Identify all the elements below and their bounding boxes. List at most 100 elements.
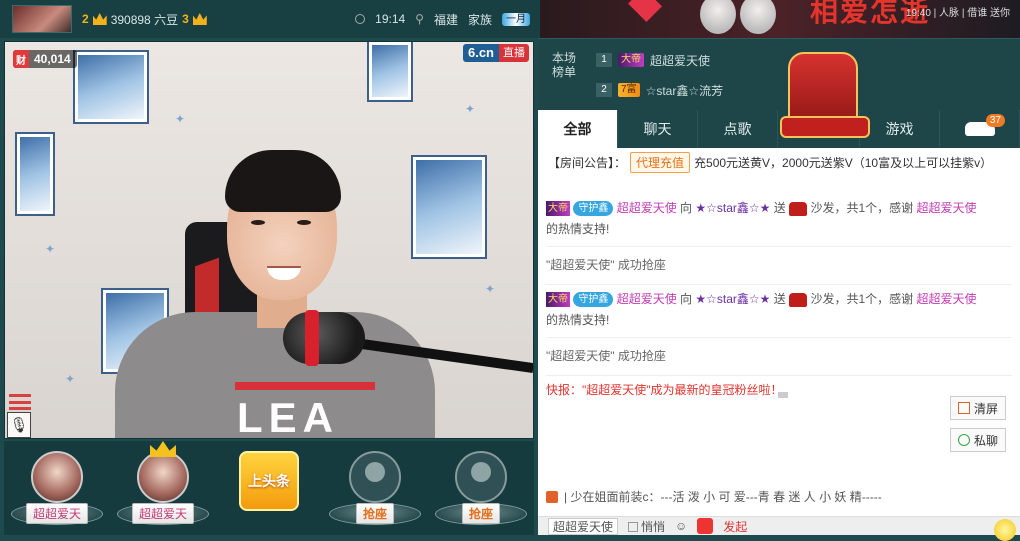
top-bar: 2 390898 六豆 3 19:14 ⚲ 福建 家族 一月 相爱怎逝 19:4… [0,0,1020,38]
wealth-level-badge: 7富 [618,83,640,97]
seat-name: 超超爱天 [25,503,88,524]
tab-car[interactable]: 37 [940,110,1020,148]
message-text: 的热情支持! [546,313,610,327]
ranking-label[interactable]: 本场榜单 [552,51,580,79]
notice-text: 充500元送黄V，2000元送紫V（10富及以上可以挂紫v） [694,156,993,170]
car-count-badge: 37 [985,114,1005,127]
empty-seat-avatar[interactable] [455,451,507,503]
chat-messages: 大帝 守护鑫 超超爱天使 向 ★☆star鑫☆★ 送 沙发，共1个，感谢 超超爱… [546,194,1012,407]
message-text: 向 [680,292,693,306]
seat-4[interactable]: 抢座 [327,451,423,531]
rank-user-name: 超超爱天使 [650,53,711,68]
tab-chat[interactable]: 聊天 [618,110,698,148]
flying-message-text: | 少在姐面前装c：---活 泼 小 可 爱---青 春 迷 人 小 妖 精--… [564,490,882,504]
host-avatar[interactable] [12,5,72,33]
teddy-bear-image [740,0,776,34]
site-watermark: 6.cn 直播 [462,44,529,62]
live-video[interactable]: ✦ ✦ ✦ ✦ ✦ LEA 财 40,014 6.cn 直播 🎙 [4,41,534,439]
host-level: 2 390898 六豆 3 [82,11,207,28]
red-packet-label[interactable]: 发起 [723,518,747,535]
level-left: 2 [82,12,89,26]
rank-row[interactable]: 2 7富 ☆star鑫☆流芳 [596,80,723,100]
wall-picture [413,157,485,257]
whisper-label: 悄悄 [641,519,666,534]
message-text: 沙发，共1个，感谢 [810,201,914,215]
wealth-tag: 财 [13,50,29,68]
emperor-badge: 大帝 [546,292,570,308]
butterfly-decoration: ✦ [485,282,496,296]
target-name[interactable]: ★☆star鑫☆★ [695,292,770,306]
wealth-value: 40,014 [34,52,71,66]
empty-seat-avatar[interactable] [349,451,401,503]
system-message: "超超爱天使" 成功抢座 [546,247,1012,285]
scroll-handle[interactable] [778,392,788,398]
thanks-name[interactable]: 超超爱天使 [917,292,977,306]
headline-seat[interactable]: 上头条 [221,451,317,531]
message-text: 的热情支持! [546,222,610,236]
recipient-select[interactable]: 超超爱天使 [548,517,619,535]
grab-seat-button[interactable]: 抢座 [355,503,394,524]
lightbulb-icon[interactable] [994,519,1016,541]
sender-name[interactable]: 超超爱天使 [617,201,677,215]
emperor-badge: 大帝 [546,201,570,217]
host-info-bar: 2 390898 六豆 3 19:14 ⚲ 福建 家族 一月 [0,0,540,38]
family-badge[interactable]: 一月 [502,12,530,26]
live-label: 直播 [499,44,529,62]
butterfly-decoration: ✦ [465,102,476,116]
butterfly-decoration: ✦ [65,372,76,386]
rank-number: 1 [596,53,612,67]
menu-icon[interactable] [9,394,31,410]
notice-prefix: 【房间公告】： [548,156,627,170]
guard-badge: 守护鑫 [573,201,614,217]
clear-screen-button[interactable]: 清屏 [949,396,1006,420]
seat-1[interactable]: 超超爱天 [9,451,105,531]
target-name[interactable]: ★☆star鑫☆★ [695,201,770,215]
sofa-gift-animation [780,52,870,138]
heart-decoration [628,0,662,22]
seat-avatar[interactable] [137,451,189,503]
seat-name: 超超爱天 [131,503,194,524]
clear-label: 清屏 [973,401,998,416]
microphone [283,312,365,364]
wall-picture [369,42,411,100]
message-text: 送 [773,292,786,306]
coin-count: 390898 六豆 [110,12,179,27]
red-packet-icon[interactable] [697,518,714,534]
agent-recharge-link[interactable]: 代理充值 [630,152,691,173]
eye [251,220,265,225]
chat-tools: 清屏 私聊 [949,396,1006,452]
whisper-toggle[interactable]: 悄悄 [628,518,665,535]
level-right: 3 [182,12,189,26]
location: 福建 [433,12,458,27]
tab-all[interactable]: 全部 [538,110,618,148]
promo-banner[interactable]: 相爱怎逝 19:40 | 人脉 | 借谁 送你 [540,0,1020,38]
gift-message: 大帝 守护鑫 超超爱天使 向 ★☆star鑫☆★ 送 沙发，共1个，感谢 超超爱… [546,285,1012,338]
clock-icon [355,14,366,24]
wall-picture [75,52,147,122]
whisper-checkbox[interactable] [628,522,639,533]
sender-name[interactable]: 超超爱天使 [617,292,677,306]
grab-seat-button[interactable]: 抢座 [461,503,500,524]
tab-games[interactable]: 游戏 [860,110,940,148]
private-chat-button[interactable]: 私聊 [949,428,1006,452]
tab-song[interactable]: 点歌 [698,110,778,148]
chat-panel: 本场榜单 1 大帝 超超爱天使 2 7富 ☆star鑫☆流芳 全部 聊天 点歌 … [538,38,1020,541]
emoji-icon[interactable]: ☺ [675,519,687,533]
seat-5[interactable]: 抢座 [433,451,529,531]
shirt-stripe [235,382,375,390]
wealth-badge: 财 40,014 [13,50,77,68]
banner-small-text: 19:40 | 人脉 | 借谁 送你 [905,8,1010,19]
rank-user-name: ☆star鑫☆流芳 [645,83,724,98]
seat-2[interactable]: 超超爱天 [115,441,211,531]
butterfly-decoration: ✦ [175,112,186,126]
microphone-icon[interactable]: 🎙 [7,412,31,438]
horn-icon [546,490,558,503]
rank-row[interactable]: 1 大帝 超超爱天使 [596,50,710,70]
chat-input-bar: 超超爱天使 悄悄 ☺ 发起 [538,516,1020,541]
seat-avatar[interactable] [31,451,83,503]
headline-button[interactable]: 上头条 [239,451,299,511]
family-label: 家族 [467,12,492,27]
seat-bar: 超超爱天 超超爱天 上头条 抢座 抢座 [4,441,534,535]
thanks-name[interactable]: 超超爱天使 [917,201,977,215]
emperor-badge: 大帝 [618,53,644,67]
